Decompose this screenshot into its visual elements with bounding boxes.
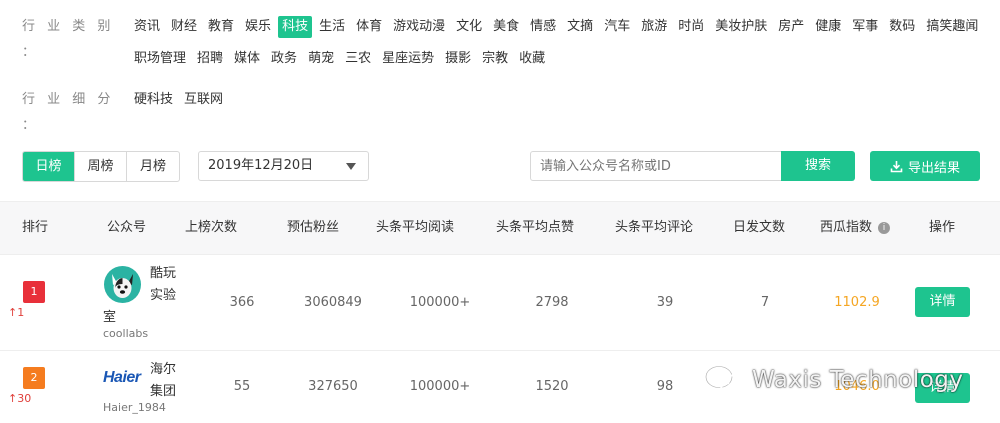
- industry-label: 行 业 类 别 ：: [22, 19, 115, 60]
- filter-tag[interactable]: 美妆护肤: [711, 16, 771, 38]
- rank-badge: 2: [23, 367, 45, 389]
- filter-tag[interactable]: 体育: [352, 16, 386, 38]
- header-times: 上榜次数: [184, 220, 238, 235]
- filter-tag[interactable]: 职场管理: [130, 48, 190, 70]
- comments-value: 39: [656, 295, 674, 310]
- industry-filter: 行 业 类 别 ： 资讯 财经 教育 娱乐 科技 生活 体育 游戏动漫 文化 美食 情感 文摘 汽车 旅游…: [22, 14, 990, 78]
- filter-tag[interactable]: 旅游: [637, 16, 671, 38]
- filter-tag[interactable]: 情感: [526, 16, 560, 38]
- filter-tag[interactable]: 财经: [167, 16, 201, 38]
- likes-value: 1520: [535, 379, 569, 394]
- watermark-text: Waxis Technology: [752, 367, 964, 393]
- rank-change: ↑1: [8, 306, 25, 319]
- filter-tag[interactable]: 政务: [267, 48, 301, 70]
- date-select[interactable]: 2019年12月20日: [198, 151, 369, 181]
- filter-tag[interactable]: 健康: [811, 16, 845, 38]
- info-icon[interactable]: i: [878, 222, 891, 234]
- header-reads: 头条平均阅读: [375, 220, 455, 235]
- fans-value: 327650: [308, 379, 358, 394]
- reads-value: 100000+: [409, 379, 471, 394]
- header-comments: 头条平均评论: [614, 220, 694, 235]
- industry-tag-list: 资讯 财经 教育 娱乐 科技 生活 体育 游戏动漫 文化 美食 情感 文摘 汽车 旅游 时尚 美妆护肤 房产 健康…: [130, 14, 990, 78]
- search-input[interactable]: [530, 151, 782, 181]
- filter-tag[interactable]: 军事: [848, 16, 882, 38]
- account-name-line[interactable]: 海尔: [150, 359, 176, 381]
- filter-tag[interactable]: 文化: [452, 16, 486, 38]
- header-likes: 头条平均点赞: [495, 220, 575, 235]
- filter-tag[interactable]: 科技: [278, 16, 313, 38]
- filter-tag[interactable]: 房产: [774, 16, 808, 38]
- detail-button[interactable]: 详情: [915, 287, 970, 317]
- wechat-icon: [705, 365, 743, 394]
- daily-value: 7: [760, 295, 770, 310]
- chevron-down-icon: [346, 163, 356, 170]
- rank-change: ↑30: [8, 392, 32, 405]
- account-name-line[interactable]: 酷玩: [150, 263, 176, 285]
- filter-tag[interactable]: 美食: [489, 16, 523, 38]
- filter-tag[interactable]: 招聘: [193, 48, 227, 70]
- fans-value: 3060849: [304, 295, 362, 310]
- likes-value: 2798: [535, 295, 569, 310]
- header-index-label: 西瓜指数: [819, 220, 873, 235]
- dog-avatar-icon: [104, 266, 141, 303]
- header-account: 公众号: [107, 220, 147, 235]
- times-value: 366: [229, 295, 255, 310]
- period-tab[interactable]: 周榜: [75, 152, 127, 181]
- filter-tag[interactable]: 时尚: [674, 16, 708, 38]
- account-id: coollabs: [103, 327, 149, 340]
- filter-tag[interactable]: 收藏: [515, 48, 549, 70]
- filter-tag[interactable]: 搞笑趣闻: [922, 16, 982, 38]
- comments-value: 98: [656, 379, 674, 394]
- filter-tag[interactable]: 资讯: [130, 16, 164, 38]
- table-header: 排行 公众号 上榜次数 预估粉丝 头条平均阅读 头条平均点赞 头条平均评论 日发…: [0, 201, 1000, 255]
- rank-badge: 1: [23, 281, 45, 303]
- reads-value: 100000+: [409, 295, 471, 310]
- header-fans: 预估粉丝: [286, 220, 340, 235]
- times-value: 55: [233, 379, 251, 394]
- period-tab[interactable]: 月榜: [127, 152, 179, 181]
- filter-tag[interactable]: 萌宠: [304, 48, 338, 70]
- filter-tag[interactable]: 宗教: [478, 48, 512, 70]
- filter-tag[interactable]: 三农: [341, 48, 375, 70]
- filter-tag[interactable]: 媒体: [230, 48, 264, 70]
- date-value: 2019年12月20日: [208, 158, 314, 173]
- account-name-line[interactable]: 室: [103, 307, 116, 329]
- period-tab[interactable]: 日榜: [23, 152, 75, 181]
- filter-tag[interactable]: 游戏动漫: [389, 16, 449, 38]
- header-daily: 日发文数: [732, 220, 786, 235]
- watermark: Waxis Technology: [704, 364, 964, 396]
- filter-tag[interactable]: 文摘: [563, 16, 597, 38]
- filter-tag[interactable]: 硬科技: [130, 89, 177, 111]
- header-index: 西瓜指数 i: [819, 202, 891, 254]
- account-name-line[interactable]: 实验: [150, 285, 176, 307]
- filter-tag[interactable]: 生活: [315, 16, 349, 38]
- account-name-line[interactable]: 集团: [150, 381, 176, 403]
- export-label: 导出结果: [907, 160, 960, 176]
- period-switch: 日榜 周榜 月榜: [22, 151, 180, 182]
- toolbar: 日榜周榜月榜 2019年12月20日 搜索 导出结果: [22, 151, 980, 183]
- filter-tag[interactable]: 互联网: [180, 89, 227, 111]
- search-button[interactable]: 搜索: [781, 151, 855, 181]
- index-value: 1102.9: [834, 295, 880, 310]
- export-button[interactable]: 导出结果: [870, 151, 980, 181]
- table-row: 1 ↑1 酷玩 实验 室 coollabs 366 3060849 100000…: [0, 255, 1000, 351]
- filter-tag[interactable]: 数码: [885, 16, 919, 38]
- header-rank: 排行: [22, 220, 49, 235]
- haier-logo: Haier: [103, 369, 141, 386]
- filter-tag[interactable]: 娱乐: [241, 16, 275, 38]
- filter-tag[interactable]: 星座运势: [378, 48, 438, 70]
- sub-industry-label: 行 业 细 分 ：: [22, 92, 115, 133]
- header-action: 操作: [928, 220, 956, 235]
- sub-industry-filter: 行 业 细 分 ： 硬科技 互联网: [22, 87, 990, 139]
- filter-tag[interactable]: 汽车: [600, 16, 634, 38]
- sub-industry-tag-list: 硬科技 互联网: [130, 87, 990, 139]
- filter-tag[interactable]: 摄影: [441, 48, 475, 70]
- download-icon: [890, 160, 903, 172]
- filter-tag[interactable]: 教育: [204, 16, 238, 38]
- account-id: Haier_1984: [103, 401, 166, 414]
